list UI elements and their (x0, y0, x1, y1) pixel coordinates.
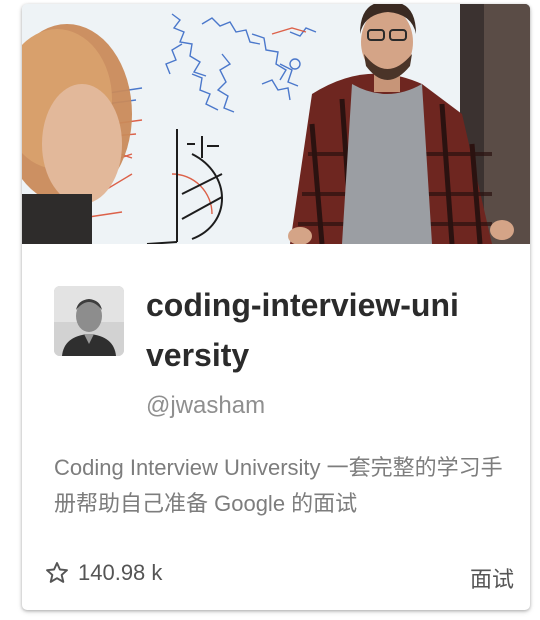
star-count-value: 140.98 k (78, 560, 163, 585)
topic-tag[interactable]: 面试 (470, 562, 514, 594)
star-outline-icon (46, 562, 68, 583)
repo-owner-link[interactable]: @jwasham (146, 392, 265, 420)
repo-name-link[interactable]: coding-interview-university (146, 280, 476, 380)
owner-avatar[interactable] (54, 286, 124, 356)
star-count: 140.98 k (44, 560, 162, 586)
repo-card[interactable]: coding-interview-university @jwasham Cod… (22, 4, 530, 610)
cover-image (22, 4, 530, 244)
repo-description: Coding Interview University 一套完整的学习手册帮助自… (54, 455, 503, 516)
